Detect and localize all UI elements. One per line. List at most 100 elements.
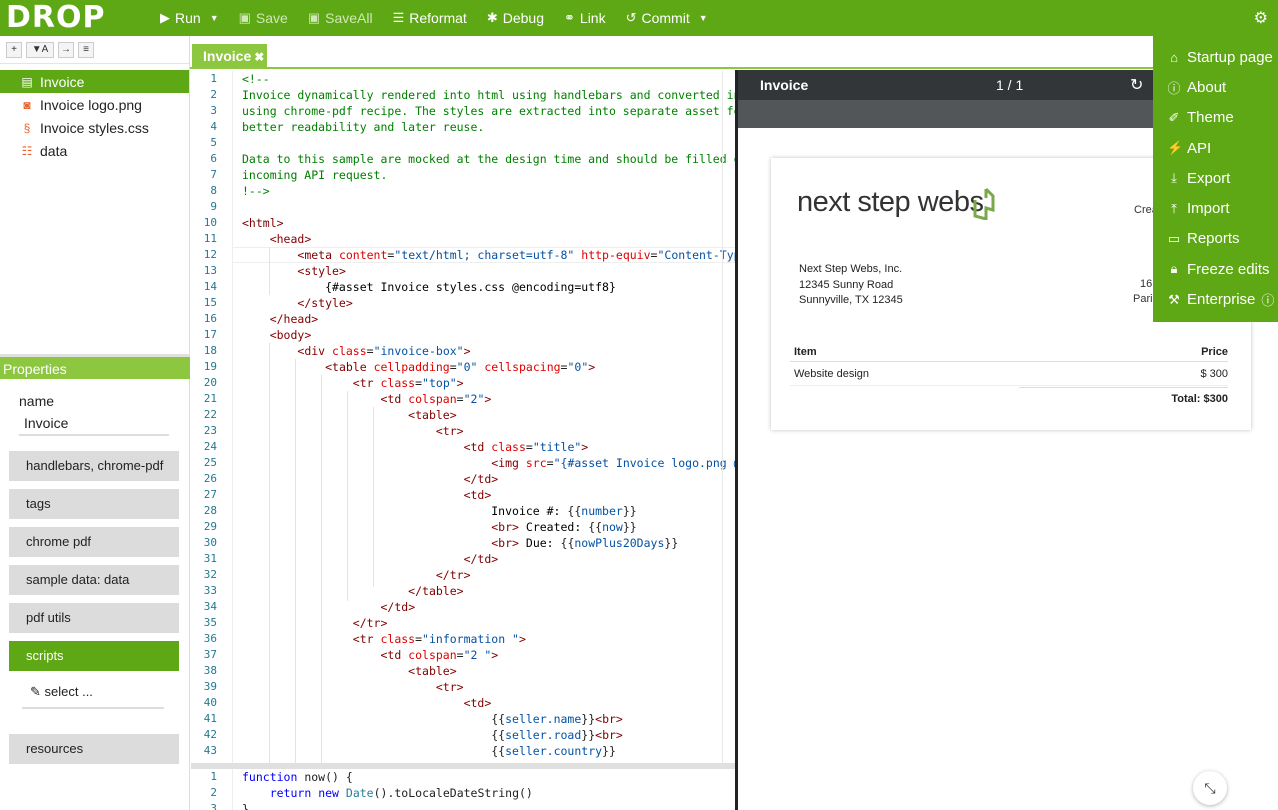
line-number: 33: [203, 584, 217, 597]
upload-icon: ⤒: [1171, 200, 1177, 216]
save-button[interactable]: ▣ Save: [229, 0, 298, 36]
run-button[interactable]: ▶ Run ▼: [150, 0, 229, 36]
tab-invoice[interactable]: Invoice ✖: [192, 44, 267, 69]
menu-item-theme[interactable]: ✐ Theme: [1153, 103, 1278, 133]
code-line[interactable]: <table>: [242, 663, 735, 679]
code-line[interactable]: </tr>: [242, 567, 735, 583]
code-line[interactable]: <div class="invoice-box">: [242, 343, 735, 359]
commit-button[interactable]: ↺ Commit ▼: [616, 0, 718, 36]
tags-section[interactable]: tags: [9, 489, 179, 519]
code-line[interactable]: <img src="{#asset Invoice logo.png @enco: [242, 455, 735, 471]
code-line[interactable]: </style>: [242, 295, 735, 311]
code-line[interactable]: <meta content="text/html; charset=utf-8"…: [242, 247, 735, 263]
menu-item-reports[interactable]: ▭ Reports: [1153, 224, 1278, 254]
arrow-right-icon[interactable]: →: [58, 41, 74, 58]
scripts-section[interactable]: scripts: [9, 641, 179, 671]
code-line[interactable]: <td colspan="2 ">: [242, 647, 735, 663]
filter-icon[interactable]: ▼A: [26, 41, 54, 58]
code-line[interactable]: }: [242, 801, 735, 810]
code-line[interactable]: <td>: [242, 695, 735, 711]
collapse-icon[interactable]: ⤡: [1193, 771, 1227, 805]
pdf-utils-section[interactable]: pdf utils: [9, 603, 179, 633]
code-line[interactable]: </table>: [242, 583, 735, 599]
commit-label: Commit: [641, 10, 690, 26]
code-line[interactable]: {#asset Invoice styles.css @encoding=utf…: [242, 279, 735, 295]
tree-item-invoice-logo[interactable]: ◙ Invoice logo.png: [0, 93, 189, 116]
menu-item-enterprise[interactable]: ⚒ Enterprise ⓘ: [1153, 284, 1278, 314]
name-input[interactable]: [19, 411, 169, 436]
code-line[interactable]: <tr>: [242, 679, 735, 695]
code-line[interactable]: better readability and later reuse.: [242, 119, 735, 135]
code-line[interactable]: <td class="title">: [242, 439, 735, 455]
code-content[interactable]: <!-- Invoice dynamically rendered into ht…: [242, 71, 735, 759]
code-line[interactable]: function now() {: [242, 769, 735, 785]
debug-button[interactable]: ✱ Debug: [477, 0, 554, 36]
menu-item-freeze-edits[interactable]: 🔒︎ Freeze edits: [1153, 254, 1278, 284]
save-all-button[interactable]: ▣ SaveAll: [298, 0, 383, 36]
code-line[interactable]: </td>: [242, 471, 735, 487]
code-line[interactable]: <br> Due: {{nowPlus20Days}}: [242, 535, 735, 551]
tree-item-data[interactable]: ☷ data: [0, 139, 189, 162]
code-line[interactable]: {{seller.name}}<br>: [242, 711, 735, 727]
properties-header[interactable]: Properties: [0, 354, 190, 379]
add-icon[interactable]: +: [6, 41, 22, 58]
code-line[interactable]: <!--: [242, 71, 735, 87]
code-line[interactable]: <td colspan="2">: [242, 391, 735, 407]
code-line[interactable]: [242, 135, 735, 151]
menu-item-api[interactable]: ⚡ API: [1153, 133, 1278, 163]
sample-data-section[interactable]: sample data: data: [9, 565, 179, 595]
code-line[interactable]: <body>: [242, 327, 735, 343]
code-line[interactable]: <html>: [242, 215, 735, 231]
code-line[interactable]: return new Date().toLocaleDateString(): [242, 785, 735, 801]
code-line[interactable]: </tr>: [242, 615, 735, 631]
link-button[interactable]: ⚭ Link: [554, 0, 616, 36]
code-line[interactable]: incoming API request.: [242, 167, 735, 183]
recipe-section[interactable]: handlebars, chrome-pdf: [9, 451, 179, 481]
left-panel: + ▼A → ≡ ▤ Invoice ◙ Invoice logo.png § Inv…: [0, 36, 190, 810]
code-line[interactable]: </td>: [242, 599, 735, 615]
code-line[interactable]: <tr>: [242, 423, 735, 439]
chevron-down-icon[interactable]: ▼: [210, 13, 219, 23]
line-number: 29: [203, 520, 217, 533]
code-line[interactable]: <table cellpadding="0" cellspacing="0">: [242, 359, 735, 375]
close-icon[interactable]: ✖: [254, 50, 264, 64]
code-line[interactable]: <br> Created: {{now}}: [242, 519, 735, 535]
price-cell: $ 300: [1200, 368, 1228, 380]
code-line[interactable]: [242, 199, 735, 215]
code-line[interactable]: Data to this sample are mocked at the de…: [242, 151, 735, 167]
scripts-select[interactable]: ✎ select ...: [22, 677, 164, 709]
code-line[interactable]: <head>: [242, 231, 735, 247]
chrome-pdf-section[interactable]: chrome pdf: [9, 527, 179, 557]
menu-item-export[interactable]: ⤓ Export: [1153, 163, 1278, 193]
code-line[interactable]: {{seller.country}}: [242, 743, 735, 759]
code-editor[interactable]: 1 2 3 4 5 6 7 8 9 10 11 12 13 14 15 16 17 18 19 20 21 22 23 24 2…: [191, 71, 735, 763]
reformat-button[interactable]: ☰ Reformat: [383, 0, 477, 36]
resources-section[interactable]: resources: [9, 734, 179, 764]
code-line[interactable]: <tr class="top">: [242, 375, 735, 391]
code-line[interactable]: {{seller.road}}<br>: [242, 727, 735, 743]
code-line[interactable]: Invoice #: {{number}}: [242, 503, 735, 519]
code-line[interactable]: <tr class="information ">: [242, 631, 735, 647]
menu-item-import[interactable]: ⤒ Import: [1153, 193, 1278, 223]
script-code-content[interactable]: function now() { return new Date().toLoc…: [242, 769, 735, 810]
code-line[interactable]: using chrome-pdf recipe. The styles are …: [242, 103, 735, 119]
code-line[interactable]: <style>: [242, 263, 735, 279]
app-logo[interactable]: DROP: [0, 0, 150, 36]
script-editor[interactable]: 1 2 3 function now() { return new Date().t…: [191, 769, 735, 810]
menu-item-startup-page[interactable]: ⌂ Startup page: [1153, 42, 1278, 72]
seller-road: 12345 Sunny Road: [799, 278, 894, 291]
code-line[interactable]: <td>: [242, 487, 735, 503]
code-line[interactable]: </td>: [242, 551, 735, 567]
code-line[interactable]: !-->: [242, 183, 735, 199]
code-line[interactable]: </head>: [242, 311, 735, 327]
tree-item-invoice[interactable]: ▤ Invoice: [0, 70, 189, 93]
gear-icon[interactable]: ⚙: [1254, 0, 1268, 36]
rotate-icon[interactable]: ↻: [1130, 75, 1143, 95]
menu-icon[interactable]: ≡: [78, 41, 94, 58]
line-number: 14: [203, 280, 217, 293]
tree-item-invoice-styles[interactable]: § Invoice styles.css: [0, 116, 189, 139]
code-line[interactable]: Invoice dynamically rendered into html u…: [242, 87, 735, 103]
menu-item-about[interactable]: ⓘ About: [1153, 72, 1278, 102]
line-number: 15: [203, 296, 217, 309]
code-line[interactable]: <table>: [242, 407, 735, 423]
